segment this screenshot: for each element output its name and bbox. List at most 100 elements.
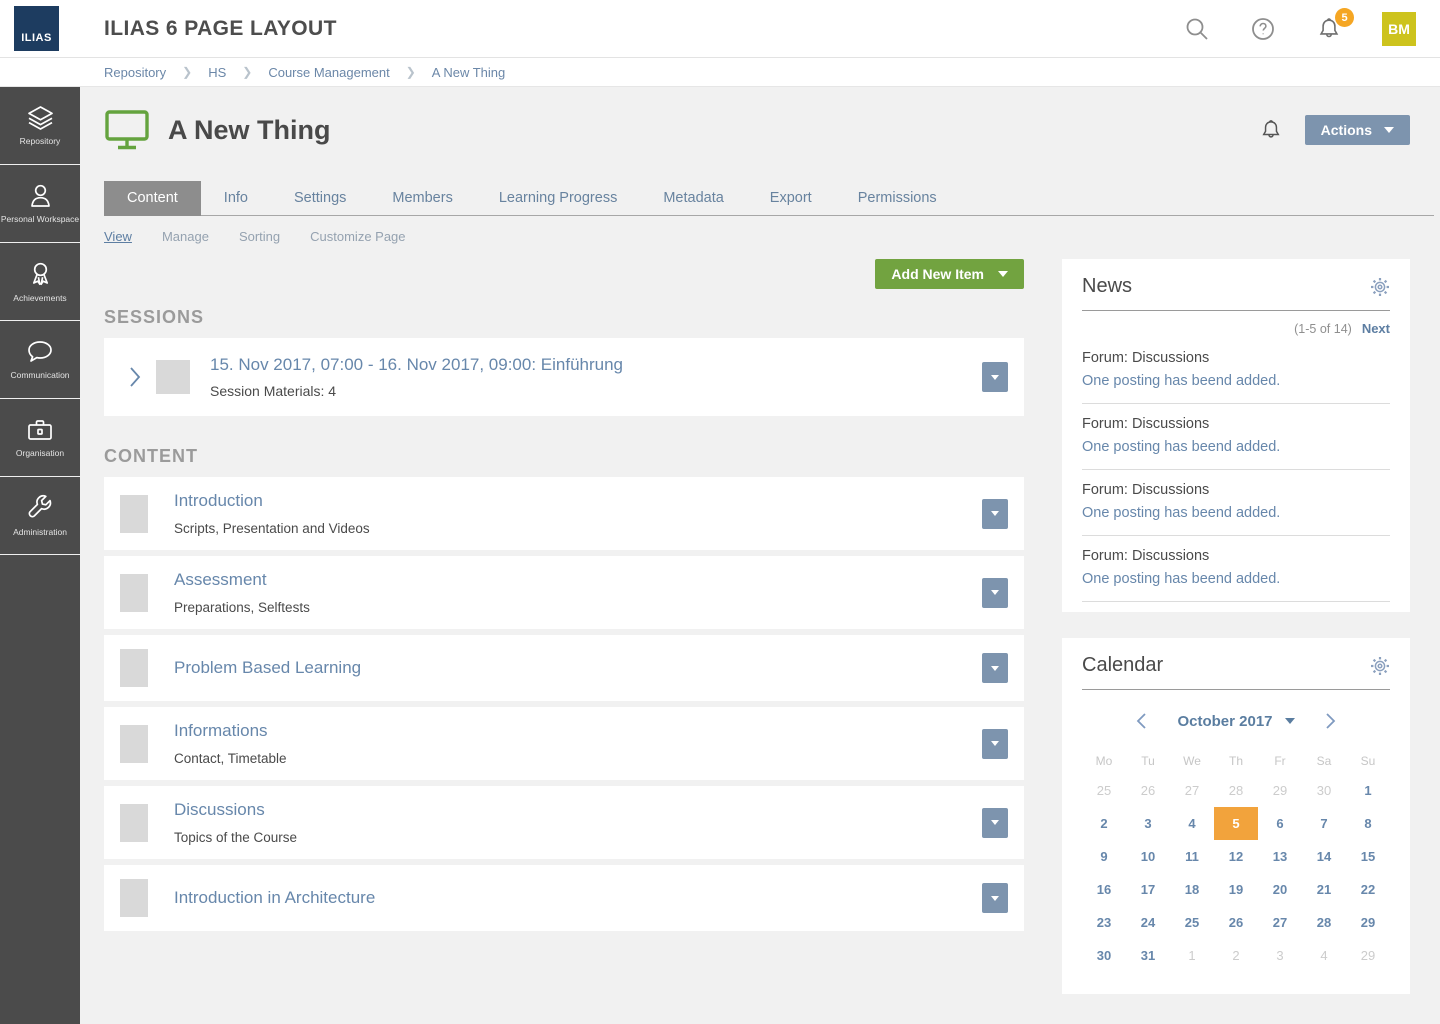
item-title-link[interactable]: Discussions: [174, 800, 982, 820]
breadcrumb-current-page[interactable]: A New Thing: [432, 65, 505, 80]
item-title-link[interactable]: Problem Based Learning: [174, 658, 982, 678]
news-posting-link[interactable]: One posting has beend added.: [1082, 439, 1390, 455]
notification-badge[interactable]: 5: [1335, 8, 1354, 27]
calendar-day[interactable]: 3: [1258, 939, 1302, 972]
item-actions-dropdown-button[interactable]: [982, 729, 1008, 759]
search-icon[interactable]: [1184, 16, 1210, 42]
calendar-day[interactable]: 12: [1214, 840, 1258, 873]
breadcrumb-course-management[interactable]: Course Management: [268, 65, 389, 80]
tab-metadata[interactable]: Metadata: [640, 181, 746, 215]
item-actions-dropdown-button[interactable]: [982, 808, 1008, 838]
calendar-day[interactable]: 6: [1258, 807, 1302, 840]
breadcrumb-hs[interactable]: HS: [208, 65, 226, 80]
subtab-customize-page[interactable]: Customize Page: [310, 229, 405, 244]
gear-icon[interactable]: [1370, 656, 1390, 676]
item-title-link[interactable]: Assessment: [174, 570, 982, 590]
calendar-day[interactable]: 11: [1170, 840, 1214, 873]
calendar-next-month-icon[interactable]: [1325, 712, 1336, 730]
news-posting-link[interactable]: One posting has beend added.: [1082, 505, 1390, 521]
item-actions-dropdown-button[interactable]: [982, 653, 1008, 683]
item-title-link[interactable]: Introduction: [174, 491, 982, 511]
item-description: Contact, Timetable: [174, 751, 982, 766]
news-next-link[interactable]: Next: [1362, 321, 1390, 336]
avatar[interactable]: BM: [1382, 12, 1416, 46]
session-actions-dropdown-button[interactable]: [982, 362, 1008, 392]
tab-settings[interactable]: Settings: [271, 181, 369, 215]
calendar-day[interactable]: 31: [1126, 939, 1170, 972]
calendar-day[interactable]: 29: [1346, 906, 1390, 939]
news-source: Forum: Discussions: [1082, 482, 1390, 498]
calendar-day[interactable]: 29: [1258, 774, 1302, 807]
calendar-day[interactable]: 4: [1302, 939, 1346, 972]
item-title-link[interactable]: Introduction in Architecture: [174, 888, 982, 908]
tab-permissions[interactable]: Permissions: [835, 181, 960, 215]
calendar-day[interactable]: 1: [1346, 774, 1390, 807]
item-actions-dropdown-button[interactable]: [982, 883, 1008, 913]
subtab-sorting[interactable]: Sorting: [239, 229, 280, 244]
tab-learning-progress[interactable]: Learning Progress: [476, 181, 641, 215]
calendar-day[interactable]: 24: [1126, 906, 1170, 939]
calendar-prev-month-icon[interactable]: [1136, 712, 1147, 730]
sidebar-item-achievements[interactable]: Achievements: [0, 243, 80, 321]
calendar-day[interactable]: 21: [1302, 873, 1346, 906]
sidebar-item-organisation[interactable]: Organisation: [0, 399, 80, 477]
tab-info[interactable]: Info: [201, 181, 271, 215]
calendar-day[interactable]: 27: [1170, 774, 1214, 807]
sidebar-item-communication[interactable]: Communication: [0, 321, 80, 399]
breadcrumb-repository[interactable]: Repository: [104, 65, 166, 80]
calendar-day[interactable]: 17: [1126, 873, 1170, 906]
help-icon[interactable]: [1250, 16, 1276, 42]
subtab-manage[interactable]: Manage: [162, 229, 209, 244]
calendar-day[interactable]: 25: [1082, 774, 1126, 807]
calendar-day[interactable]: 3: [1126, 807, 1170, 840]
expand-chevron-icon[interactable]: [128, 366, 142, 388]
tab-content[interactable]: Content: [104, 181, 201, 216]
calendar-day[interactable]: 9: [1082, 840, 1126, 873]
calendar-day[interactable]: 26: [1214, 906, 1258, 939]
caret-down-icon: [1384, 127, 1394, 133]
calendar-month-selector[interactable]: October 2017: [1177, 713, 1294, 730]
session-title-link[interactable]: 15. Nov 2017, 07:00 - 16. Nov 2017, 09:0…: [210, 355, 982, 375]
calendar-day[interactable]: 2: [1082, 807, 1126, 840]
calendar-day[interactable]: 28: [1302, 906, 1346, 939]
item-actions-dropdown-button[interactable]: [982, 499, 1008, 529]
calendar-day[interactable]: 29: [1346, 939, 1390, 972]
ilias-logo[interactable]: ILIAS: [14, 6, 59, 51]
calendar-day[interactable]: 27: [1258, 906, 1302, 939]
calendar-day[interactable]: 4: [1170, 807, 1214, 840]
sidebar-item-administration[interactable]: Administration: [0, 477, 80, 555]
calendar-day[interactable]: 19: [1214, 873, 1258, 906]
news-posting-link[interactable]: One posting has beend added.: [1082, 373, 1390, 389]
calendar-day[interactable]: 30: [1302, 774, 1346, 807]
item-actions-dropdown-button[interactable]: [982, 578, 1008, 608]
calendar-day[interactable]: 18: [1170, 873, 1214, 906]
sidebar-item-repository[interactable]: Repository: [0, 87, 80, 165]
news-posting-link[interactable]: One posting has beend added.: [1082, 571, 1390, 587]
calendar-day[interactable]: 25: [1170, 906, 1214, 939]
calendar-day[interactable]: 16: [1082, 873, 1126, 906]
gear-icon[interactable]: [1370, 277, 1390, 297]
calendar-day-selected[interactable]: 5: [1214, 807, 1258, 840]
calendar-day[interactable]: 7: [1302, 807, 1346, 840]
calendar-day[interactable]: 20: [1258, 873, 1302, 906]
sidebar-item-personal-workspace[interactable]: Personal Workspace: [0, 165, 80, 243]
calendar-day[interactable]: 15: [1346, 840, 1390, 873]
calendar-day[interactable]: 26: [1126, 774, 1170, 807]
calendar-day[interactable]: 28: [1214, 774, 1258, 807]
actions-button[interactable]: Actions: [1305, 115, 1410, 145]
calendar-day[interactable]: 30: [1082, 939, 1126, 972]
calendar-day[interactable]: 10: [1126, 840, 1170, 873]
object-bell-icon[interactable]: [1259, 118, 1283, 142]
item-title-link[interactable]: Informations: [174, 721, 982, 741]
calendar-day[interactable]: 13: [1258, 840, 1302, 873]
tab-export[interactable]: Export: [747, 181, 835, 215]
calendar-day[interactable]: 1: [1170, 939, 1214, 972]
add-new-item-button[interactable]: Add New Item: [875, 259, 1024, 289]
subtab-view[interactable]: View: [104, 229, 132, 244]
tab-members[interactable]: Members: [369, 181, 475, 215]
calendar-day[interactable]: 14: [1302, 840, 1346, 873]
calendar-day[interactable]: 8: [1346, 807, 1390, 840]
calendar-day[interactable]: 2: [1214, 939, 1258, 972]
calendar-day[interactable]: 23: [1082, 906, 1126, 939]
calendar-day[interactable]: 22: [1346, 873, 1390, 906]
